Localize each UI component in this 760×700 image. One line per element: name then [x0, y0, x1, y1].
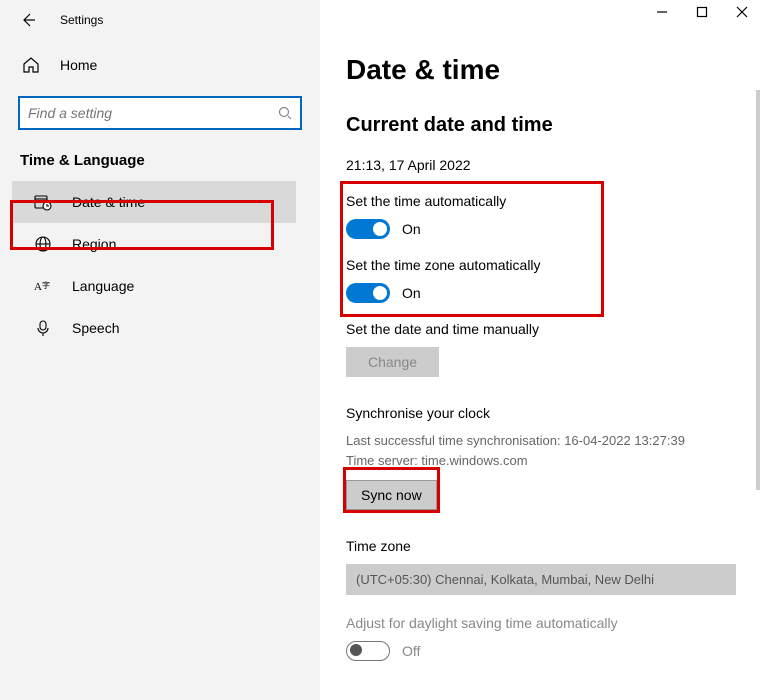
auto-tz-label: Set the time zone automatically: [346, 257, 736, 273]
calendar-clock-icon: [34, 193, 56, 211]
sidebar-item-label: Language: [72, 278, 134, 294]
sidebar-item-label: Date & time: [72, 194, 145, 210]
sync-now-button[interactable]: Sync now: [346, 480, 437, 510]
sidebar-item-label: Speech: [72, 320, 119, 336]
dst-toggle: [346, 641, 390, 661]
auto-time-state: On: [402, 221, 421, 237]
sidebar-item-label: Region: [72, 236, 116, 252]
microphone-icon: [34, 319, 56, 337]
sidebar: Settings Home Time & Language Date & tim…: [0, 0, 320, 700]
home-label: Home: [60, 57, 97, 73]
sidebar-item-region[interactable]: Region: [12, 223, 296, 265]
tz-header: Time zone: [346, 538, 736, 554]
language-icon: A字: [34, 277, 56, 295]
sidebar-item-speech[interactable]: Speech: [12, 307, 296, 349]
dst-label: Adjust for daylight saving time automati…: [346, 615, 736, 631]
timezone-select: (UTC+05:30) Chennai, Kolkata, Mumbai, Ne…: [346, 564, 736, 595]
globe-icon: [34, 235, 56, 253]
auto-time-toggle[interactable]: [346, 219, 390, 239]
auto-tz-toggle[interactable]: [346, 283, 390, 303]
close-button[interactable]: [736, 6, 748, 18]
minimize-button[interactable]: [656, 6, 668, 18]
scrollbar[interactable]: [756, 90, 760, 490]
svg-text:字: 字: [42, 280, 50, 290]
change-button: Change: [346, 347, 439, 377]
sidebar-item-language[interactable]: A字 Language: [12, 265, 296, 307]
page-title: Date & time: [346, 54, 736, 86]
home-nav[interactable]: Home: [0, 46, 320, 84]
home-icon: [22, 56, 44, 74]
back-arrow-icon[interactable]: [20, 12, 36, 28]
svg-text:A: A: [34, 281, 42, 293]
search-box[interactable]: [18, 96, 302, 130]
search-icon: [278, 106, 292, 120]
manual-time-label: Set the date and time manually: [346, 321, 736, 337]
section-header: Time & Language: [0, 152, 320, 181]
sync-server-text: Time server: time.windows.com: [346, 451, 736, 471]
sidebar-item-date-time[interactable]: Date & time: [12, 181, 296, 223]
maximize-button[interactable]: [696, 6, 708, 18]
dst-state: Off: [402, 643, 420, 659]
content-pane: Date & time Current date and time 21:13,…: [320, 0, 760, 700]
sync-header: Synchronise your clock: [346, 405, 736, 421]
sync-last-text: Last successful time synchronisation: 16…: [346, 431, 736, 451]
search-input[interactable]: [28, 105, 278, 121]
auto-time-label: Set the time automatically: [346, 193, 736, 209]
auto-tz-state: On: [402, 285, 421, 301]
subsection-title: Current date and time: [346, 114, 736, 137]
current-datetime: 21:13, 17 April 2022: [346, 157, 736, 173]
window-controls: [656, 6, 748, 18]
app-title: Settings: [60, 13, 103, 27]
